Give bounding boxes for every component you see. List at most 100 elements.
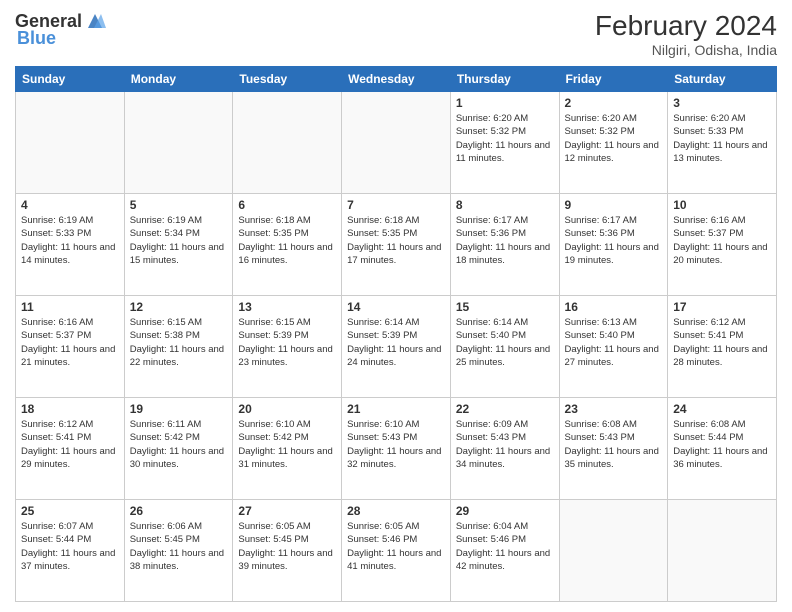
calendar-cell: 21 Sunrise: 6:10 AM Sunset: 5:43 PM Dayli… xyxy=(342,398,451,500)
calendar-cell: 12 Sunrise: 6:15 AM Sunset: 5:38 PM Dayli… xyxy=(124,296,233,398)
calendar-cell xyxy=(16,92,125,194)
calendar-cell: 19 Sunrise: 6:11 AM Sunset: 5:42 PM Dayli… xyxy=(124,398,233,500)
day-of-week-header: Friday xyxy=(559,67,668,92)
day-info: Sunrise: 6:15 AM Sunset: 5:38 PM Dayligh… xyxy=(130,316,228,369)
calendar-week-row: 11 Sunrise: 6:16 AM Sunset: 5:37 PM Dayli… xyxy=(16,296,777,398)
title-section: February 2024 Nilgiri, Odisha, India xyxy=(595,10,777,58)
calendar-cell: 16 Sunrise: 6:13 AM Sunset: 5:40 PM Dayli… xyxy=(559,296,668,398)
day-of-week-header: Wednesday xyxy=(342,67,451,92)
day-number: 18 xyxy=(21,402,119,416)
day-number: 12 xyxy=(130,300,228,314)
day-number: 20 xyxy=(238,402,336,416)
day-number: 28 xyxy=(347,504,445,518)
day-of-week-header: Monday xyxy=(124,67,233,92)
day-info: Sunrise: 6:19 AM Sunset: 5:33 PM Dayligh… xyxy=(21,214,119,267)
calendar-cell: 6Sunrise: 6:18 AM Sunset: 5:35 PM Daylig… xyxy=(233,194,342,296)
day-of-week-header: Saturday xyxy=(668,67,777,92)
day-info: Sunrise: 6:11 AM Sunset: 5:42 PM Dayligh… xyxy=(130,418,228,471)
calendar-cell: 3Sunrise: 6:20 AM Sunset: 5:33 PM Daylig… xyxy=(668,92,777,194)
calendar-cell: 14Sunrise: 6:14 AM Sunset: 5:39 PM Dayli… xyxy=(342,296,451,398)
day-info: Sunrise: 6:18 AM Sunset: 5:35 PM Dayligh… xyxy=(347,214,445,267)
day-number: 9 xyxy=(565,198,663,212)
calendar-cell: 29Sunrise: 6:04 AM Sunset: 5:46 PM Dayli… xyxy=(450,500,559,602)
calendar-table: SundayMondayTuesdayWednesdayThursdayFrid… xyxy=(15,66,777,602)
day-info: Sunrise: 6:17 AM Sunset: 5:36 PM Dayligh… xyxy=(456,214,554,267)
calendar-cell: 28 Sunrise: 6:05 AM Sunset: 5:46 PM Dayli… xyxy=(342,500,451,602)
day-of-week-header: Sunday xyxy=(16,67,125,92)
day-number: 16 xyxy=(565,300,663,314)
calendar-cell: 10Sunrise: 6:16 AM Sunset: 5:37 PM Dayli… xyxy=(668,194,777,296)
day-info: Sunrise: 6:08 AM Sunset: 5:43 PM Dayligh… xyxy=(565,418,663,471)
day-number: 7 xyxy=(347,198,445,212)
logo-blue: Blue xyxy=(17,28,56,49)
calendar-cell: 26Sunrise: 6:06 AM Sunset: 5:45 PM Dayli… xyxy=(124,500,233,602)
calendar-header: SundayMondayTuesdayWednesdayThursdayFrid… xyxy=(16,67,777,92)
calendar-cell: 27 Sunrise: 6:05 AM Sunset: 5:45 PM Dayli… xyxy=(233,500,342,602)
calendar-cell: 8Sunrise: 6:17 AM Sunset: 5:36 PM Daylig… xyxy=(450,194,559,296)
calendar-cell: 23Sunrise: 6:08 AM Sunset: 5:43 PM Dayli… xyxy=(559,398,668,500)
header: General Blue February 2024 Nilgiri, Odis… xyxy=(15,10,777,58)
day-info: Sunrise: 6:12 AM Sunset: 5:41 PM Dayligh… xyxy=(673,316,771,369)
day-info: Sunrise: 6:18 AM Sunset: 5:35 PM Dayligh… xyxy=(238,214,336,267)
calendar-week-row: 18 Sunrise: 6:12 AM Sunset: 5:41 PM Dayli… xyxy=(16,398,777,500)
calendar-cell xyxy=(233,92,342,194)
day-number: 19 xyxy=(130,402,228,416)
day-info: Sunrise: 6:12 AM Sunset: 5:41 PM Dayligh… xyxy=(21,418,119,471)
day-info: Sunrise: 6:05 AM Sunset: 5:45 PM Dayligh… xyxy=(238,520,336,573)
logo-icon xyxy=(84,10,106,32)
day-info: Sunrise: 6:13 AM Sunset: 5:40 PM Dayligh… xyxy=(565,316,663,369)
calendar-cell: 9 Sunrise: 6:17 AM Sunset: 5:36 PM Daylig… xyxy=(559,194,668,296)
day-info: Sunrise: 6:19 AM Sunset: 5:34 PM Dayligh… xyxy=(130,214,228,267)
calendar-cell: 11 Sunrise: 6:16 AM Sunset: 5:37 PM Dayli… xyxy=(16,296,125,398)
day-number: 15 xyxy=(456,300,554,314)
day-number: 25 xyxy=(21,504,119,518)
days-of-week-row: SundayMondayTuesdayWednesdayThursdayFrid… xyxy=(16,67,777,92)
day-number: 17 xyxy=(673,300,771,314)
page: General Blue February 2024 Nilgiri, Odis… xyxy=(0,0,792,612)
day-info: Sunrise: 6:04 AM Sunset: 5:46 PM Dayligh… xyxy=(456,520,554,573)
day-info: Sunrise: 6:06 AM Sunset: 5:45 PM Dayligh… xyxy=(130,520,228,573)
logo: General Blue xyxy=(15,10,106,49)
day-number: 5 xyxy=(130,198,228,212)
calendar-cell xyxy=(668,500,777,602)
day-info: Sunrise: 6:10 AM Sunset: 5:42 PM Dayligh… xyxy=(238,418,336,471)
calendar-week-row: 25Sunrise: 6:07 AM Sunset: 5:44 PM Dayli… xyxy=(16,500,777,602)
day-number: 14 xyxy=(347,300,445,314)
day-info: Sunrise: 6:16 AM Sunset: 5:37 PM Dayligh… xyxy=(21,316,119,369)
day-number: 13 xyxy=(238,300,336,314)
day-info: Sunrise: 6:05 AM Sunset: 5:46 PM Dayligh… xyxy=(347,520,445,573)
day-info: Sunrise: 6:20 AM Sunset: 5:32 PM Dayligh… xyxy=(565,112,663,165)
month-year: February 2024 xyxy=(595,10,777,42)
calendar-cell xyxy=(342,92,451,194)
day-info: Sunrise: 6:14 AM Sunset: 5:40 PM Dayligh… xyxy=(456,316,554,369)
calendar-cell: 25Sunrise: 6:07 AM Sunset: 5:44 PM Dayli… xyxy=(16,500,125,602)
calendar-cell: 22Sunrise: 6:09 AM Sunset: 5:43 PM Dayli… xyxy=(450,398,559,500)
calendar-cell: 7 Sunrise: 6:18 AM Sunset: 5:35 PM Daylig… xyxy=(342,194,451,296)
day-info: Sunrise: 6:20 AM Sunset: 5:33 PM Dayligh… xyxy=(673,112,771,165)
day-number: 2 xyxy=(565,96,663,110)
calendar-cell: 5 Sunrise: 6:19 AM Sunset: 5:34 PM Daylig… xyxy=(124,194,233,296)
day-number: 10 xyxy=(673,198,771,212)
calendar-cell: 13 Sunrise: 6:15 AM Sunset: 5:39 PM Dayli… xyxy=(233,296,342,398)
calendar-cell: 20 Sunrise: 6:10 AM Sunset: 5:42 PM Dayli… xyxy=(233,398,342,500)
day-number: 11 xyxy=(21,300,119,314)
day-of-week-header: Tuesday xyxy=(233,67,342,92)
day-number: 27 xyxy=(238,504,336,518)
location: Nilgiri, Odisha, India xyxy=(595,42,777,58)
calendar-cell: 4 Sunrise: 6:19 AM Sunset: 5:33 PM Daylig… xyxy=(16,194,125,296)
day-info: Sunrise: 6:17 AM Sunset: 5:36 PM Dayligh… xyxy=(565,214,663,267)
day-info: Sunrise: 6:15 AM Sunset: 5:39 PM Dayligh… xyxy=(238,316,336,369)
day-number: 21 xyxy=(347,402,445,416)
calendar-cell xyxy=(124,92,233,194)
calendar-body: 1Sunrise: 6:20 AM Sunset: 5:32 PM Daylig… xyxy=(16,92,777,602)
calendar-cell: 2 Sunrise: 6:20 AM Sunset: 5:32 PM Daylig… xyxy=(559,92,668,194)
calendar-cell: 15 Sunrise: 6:14 AM Sunset: 5:40 PM Dayli… xyxy=(450,296,559,398)
day-info: Sunrise: 6:08 AM Sunset: 5:44 PM Dayligh… xyxy=(673,418,771,471)
calendar-week-row: 1Sunrise: 6:20 AM Sunset: 5:32 PM Daylig… xyxy=(16,92,777,194)
calendar-cell: 17 Sunrise: 6:12 AM Sunset: 5:41 PM Dayli… xyxy=(668,296,777,398)
day-info: Sunrise: 6:09 AM Sunset: 5:43 PM Dayligh… xyxy=(456,418,554,471)
day-number: 24 xyxy=(673,402,771,416)
calendar-cell xyxy=(559,500,668,602)
day-number: 4 xyxy=(21,198,119,212)
day-info: Sunrise: 6:10 AM Sunset: 5:43 PM Dayligh… xyxy=(347,418,445,471)
